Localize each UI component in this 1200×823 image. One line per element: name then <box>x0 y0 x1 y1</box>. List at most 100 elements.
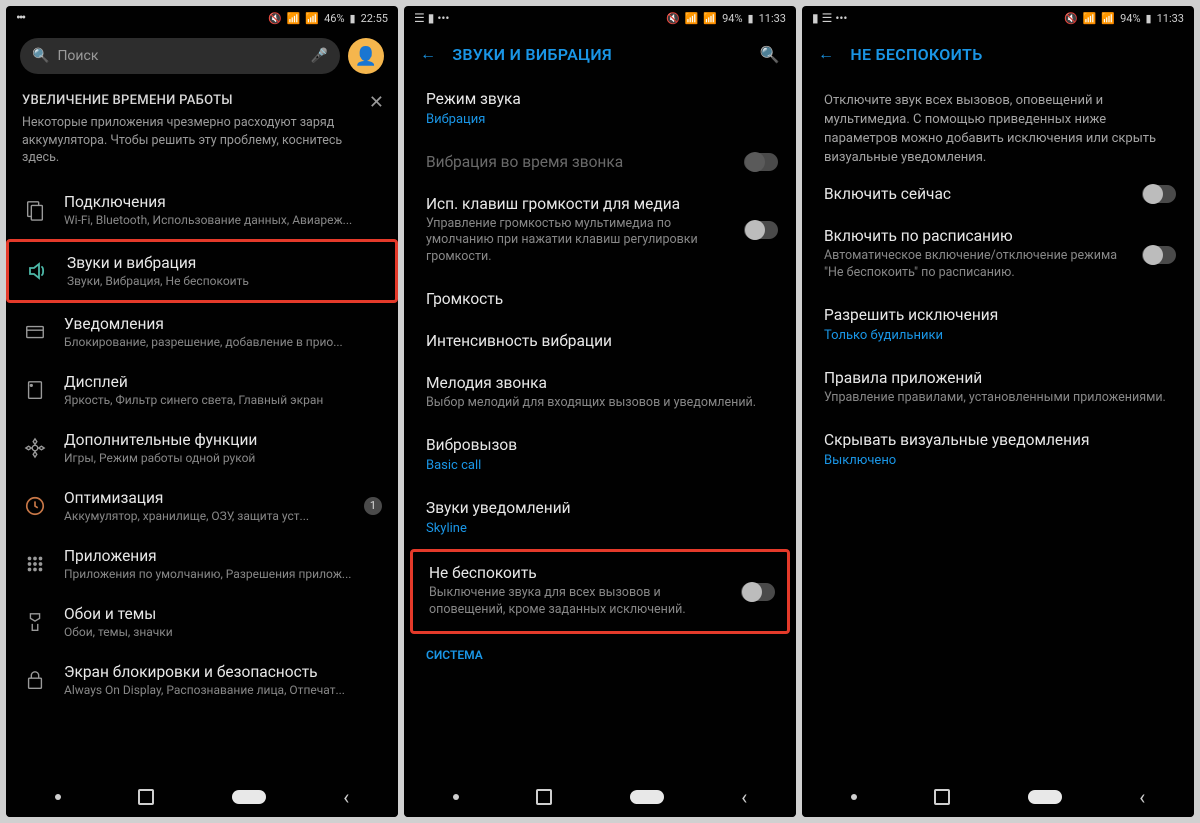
nav-menu-dot[interactable] <box>453 794 459 800</box>
dnd-item-4[interactable]: Скрывать визуальные уведомленияВыключено <box>802 419 1194 482</box>
item-title: Правила приложений <box>824 369 1172 387</box>
setting-subtitle: Игры, Режим работы одной рукой <box>64 451 382 465</box>
nav-recents-icon[interactable] <box>536 789 552 805</box>
item-subtitle: Управление громкостью мультимедиа по умо… <box>426 216 736 267</box>
sound-item-2[interactable]: Исп. клавиш громкости для медиа Управлени… <box>404 183 796 279</box>
sound-settings-list[interactable]: Режим звукаВибрацияВибрация во время зво… <box>404 78 796 777</box>
navigation-bar: ‹ <box>802 777 1194 817</box>
battery-banner[interactable]: УВЕЛИЧЕНИЕ ВРЕМЕНИ РАБОТЫ Некоторые прил… <box>6 82 398 181</box>
sound-item-8[interactable]: Не беспокоитьВыключение звука для всех в… <box>413 552 787 631</box>
nav-back-icon[interactable]: ‹ <box>343 785 349 809</box>
nav-menu-dot[interactable] <box>55 794 61 800</box>
signal-icon: 📶 <box>305 12 319 25</box>
battery-percent: 46% <box>324 12 344 25</box>
setting-item-apps[interactable]: ПриложенияПриложения по умолчанию, Разре… <box>6 535 398 593</box>
sound-icon <box>25 258 51 284</box>
settings-list[interactable]: ПодключенияWi-Fi, Bluetooth, Использован… <box>6 181 398 777</box>
toggle-switch[interactable] <box>741 583 775 601</box>
item-title: Включить по расписанию <box>824 227 1134 245</box>
notification-dots-icon: ••• <box>16 10 24 26</box>
lock-icon <box>22 667 48 693</box>
nav-home-icon[interactable] <box>630 790 664 804</box>
setting-item-display[interactable]: ДисплейЯркость, Фильтр синего света, Гла… <box>6 361 398 419</box>
sound-item-6[interactable]: ВибровызовBasic call <box>404 424 796 487</box>
setting-subtitle: Wi-Fi, Bluetooth, Использование данных, … <box>64 213 382 227</box>
setting-item-lock[interactable]: Экран блокировки и безопасностьAlways On… <box>6 651 398 709</box>
nav-home-icon[interactable] <box>232 790 266 804</box>
toggle-switch[interactable] <box>1142 246 1176 264</box>
back-arrow-icon[interactable]: ← <box>818 44 834 64</box>
clock: 11:33 <box>759 12 786 25</box>
status-bar: ☰ ▮ ••• 🔇 📶 📶 94% ▮ 11:33 <box>404 6 796 30</box>
setting-text: ДисплейЯркость, Фильтр синего света, Гла… <box>64 373 382 407</box>
battery-icon: ▮ <box>1146 12 1152 25</box>
dnd-item-0[interactable]: Включить сейчас <box>802 173 1194 215</box>
setting-subtitle: Звуки, Вибрация, Не беспокоить <box>67 274 379 288</box>
notification-icons: ☰ ▮ ••• <box>414 11 449 25</box>
mute-icon: 🔇 <box>666 12 680 25</box>
wifi-icon: 📶 <box>287 12 301 25</box>
setting-title: Уведомления <box>64 315 382 333</box>
battery-percent: 94% <box>1120 12 1140 25</box>
banner-text: Некоторые приложения чрезмерно расходуют… <box>22 114 382 167</box>
nav-back-icon[interactable]: ‹ <box>1139 785 1145 809</box>
setting-item-advanced[interactable]: Дополнительные функции Игры, Режим работы… <box>6 419 398 477</box>
item-title: Интенсивность вибрации <box>426 332 774 350</box>
mute-icon: 🔇 <box>1064 12 1078 25</box>
setting-item-wallpaper[interactable]: Обои и темыОбои, темы, значки <box>6 593 398 651</box>
item-subtitle: Skyline <box>426 520 774 538</box>
sound-item-0[interactable]: Режим звукаВибрация <box>404 78 796 141</box>
banner-title: УВЕЛИЧЕНИЕ ВРЕМЕНИ РАБОТЫ <box>22 92 382 110</box>
toggle-switch[interactable] <box>1142 185 1176 203</box>
sound-item-4[interactable]: Интенсивность вибрации <box>404 320 796 362</box>
dnd-item-1[interactable]: Включить по расписаниюАвтоматическое вкл… <box>802 215 1194 294</box>
sound-item-7[interactable]: Звуки уведомленийSkyline <box>404 487 796 550</box>
toggle-switch[interactable] <box>744 221 778 239</box>
setting-item-sound[interactable]: Звуки и вибрацияЗвуки, Вибрация, Не бесп… <box>6 239 398 303</box>
setting-title: Экран блокировки и безопасность <box>64 663 382 681</box>
account-avatar[interactable]: 👤 <box>348 38 384 74</box>
wifi-icon: 📶 <box>685 12 699 25</box>
dnd-item-3[interactable]: Правила приложенийУправление правилами, … <box>802 357 1194 419</box>
nav-home-icon[interactable] <box>1028 790 1062 804</box>
battery-percent: 94% <box>722 12 742 25</box>
advanced-icon <box>22 435 48 461</box>
setting-text: Экран блокировки и безопасностьAlways On… <box>64 663 382 697</box>
search-input[interactable]: 🔍 Поиск 🎤 <box>20 38 340 74</box>
connections-icon <box>22 197 48 223</box>
do-not-disturb-screen: ▮ ☰ ••• 🔇 📶 📶 94% ▮ 11:33 ← НЕ БЕСПОКОИТ… <box>802 6 1194 817</box>
item-title: Вибровызов <box>426 436 774 454</box>
item-subtitle: Только будильники <box>824 327 1172 345</box>
sound-item-3[interactable]: Громкость <box>404 278 796 320</box>
count-badge: 1 <box>364 497 382 515</box>
nav-recents-icon[interactable] <box>138 789 154 805</box>
nav-recents-icon[interactable] <box>934 789 950 805</box>
setting-title: Оптимизация <box>64 489 348 507</box>
microphone-icon[interactable]: 🎤 <box>311 48 328 64</box>
dnd-item-2[interactable]: Разрешить исключенияТолько будильники <box>802 294 1194 357</box>
setting-item-maintenance[interactable]: ОптимизацияАккумулятор, хранилище, ОЗУ, … <box>6 477 398 535</box>
clock: 22:55 <box>361 12 388 25</box>
setting-title: Приложения <box>64 547 382 565</box>
notifications-icon <box>22 319 48 345</box>
setting-text: Звуки и вибрацияЗвуки, Вибрация, Не бесп… <box>67 254 379 288</box>
page-header: ← ЗВУКИ И ВИБРАЦИЯ 🔍 <box>404 30 796 78</box>
dnd-settings-list[interactable]: Включить сейчасВключить по расписаниюАвт… <box>802 173 1194 777</box>
setting-item-connections[interactable]: ПодключенияWi-Fi, Bluetooth, Использован… <box>6 181 398 239</box>
toggle-switch[interactable] <box>744 153 778 171</box>
sound-item-1[interactable]: Вибрация во время звонка <box>404 141 796 183</box>
nav-menu-dot[interactable] <box>851 794 857 800</box>
setting-title: Дополнительные функции <box>64 431 382 449</box>
setting-item-notifications[interactable]: УведомленияБлокирование, разрешение, доб… <box>6 303 398 361</box>
sound-item-5[interactable]: Мелодия звонкаВыбор мелодий для входящих… <box>404 362 796 424</box>
search-icon[interactable]: 🔍 <box>760 45 780 64</box>
back-arrow-icon[interactable]: ← <box>420 44 436 64</box>
signal-icon: 📶 <box>703 12 717 25</box>
nav-back-icon[interactable]: ‹ <box>741 785 747 809</box>
apps-icon <box>22 551 48 577</box>
wifi-icon: 📶 <box>1083 12 1097 25</box>
close-icon[interactable]: ✕ <box>369 90 384 115</box>
setting-subtitle: Яркость, Фильтр синего света, Главный эк… <box>64 393 382 407</box>
item-title: Исп. клавиш громкости для медиа <box>426 195 736 213</box>
mute-icon: 🔇 <box>268 12 282 25</box>
